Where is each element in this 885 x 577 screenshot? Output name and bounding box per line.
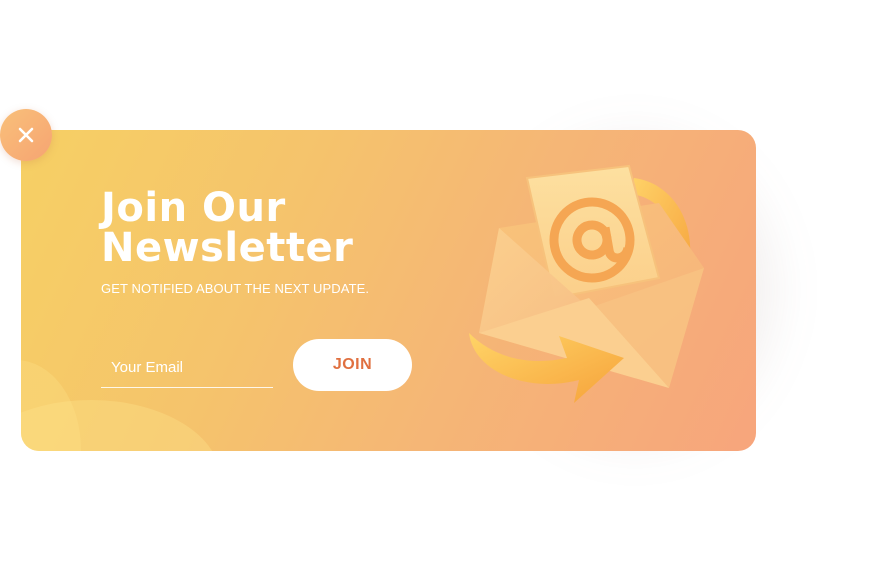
newsletter-popup-stage: Join Our Newsletter GET NOTIFIED ABOUT T…	[0, 0, 885, 577]
decorative-wave	[21, 360, 81, 451]
newsletter-subtitle: GET NOTIFIED ABOUT THE NEXT UPDATE.	[101, 281, 370, 296]
newsletter-title: Join Our Newsletter	[101, 188, 461, 268]
title-line-1: Join Our	[101, 185, 286, 231]
newsletter-card: Join Our Newsletter GET NOTIFIED ABOUT T…	[21, 130, 756, 451]
close-button[interactable]	[0, 109, 52, 161]
title-line-2: Newsletter	[101, 225, 354, 271]
envelope-at-icon	[469, 164, 704, 403]
close-icon	[18, 127, 34, 143]
email-input[interactable]	[101, 348, 273, 388]
join-button[interactable]: JOIN	[293, 339, 412, 391]
